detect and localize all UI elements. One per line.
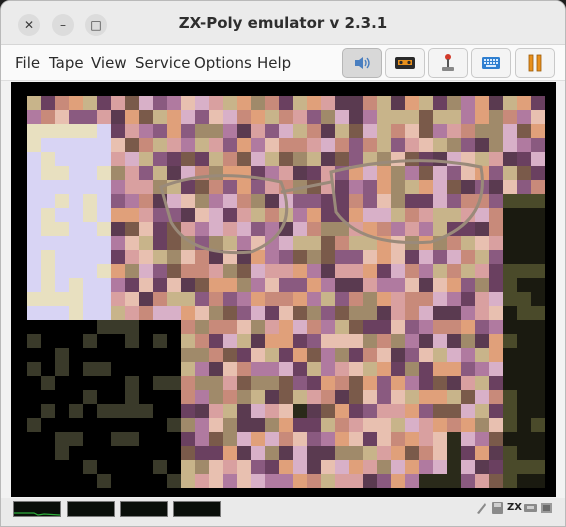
sound-toggle-button[interactable] [342,48,382,78]
keyboard-icon [482,57,500,69]
tape-cassette-icon [395,57,415,69]
status-bar: ZX [1,498,565,526]
zx-mode-icon: ZX [507,502,522,513]
pause-icon [528,54,542,72]
menu-service[interactable]: Service [135,54,190,72]
cpu3-activity-indicator [173,501,221,517]
emulator-screen[interactable] [11,82,556,497]
keyboard-button[interactable] [471,48,511,78]
joystick-icon [442,54,454,71]
menu-help[interactable]: Help [257,54,291,72]
pause-button[interactable] [515,48,555,78]
menu-tape[interactable]: Tape [49,54,84,72]
menu-view[interactable]: View [91,54,127,72]
menu-file[interactable]: File [15,54,40,72]
menu-bar: File Tape View Service Options Help [1,45,565,81]
lock-icon [541,503,552,513]
tape-button[interactable] [385,48,425,78]
tape-status-icon [524,504,537,512]
cpu0-activity-indicator [13,501,61,517]
disk-icon [492,502,503,514]
title-bar: ✕ – □ ZX-Poly emulator v 2.3.1 [1,1,565,45]
speaker-icon [355,57,370,69]
menu-options[interactable]: Options [194,54,252,72]
zx-poly-portrait-image [11,82,556,497]
window-title: ZX-Poly emulator v 2.3.1 [178,14,388,32]
app-window: ✕ – □ ZX-Poly emulator v 2.3.1 File Tape… [0,0,566,527]
cpu1-activity-indicator [67,501,115,517]
cpu2-activity-indicator [120,501,168,517]
joystick-button[interactable] [428,48,468,78]
turbo-icon [477,503,486,514]
